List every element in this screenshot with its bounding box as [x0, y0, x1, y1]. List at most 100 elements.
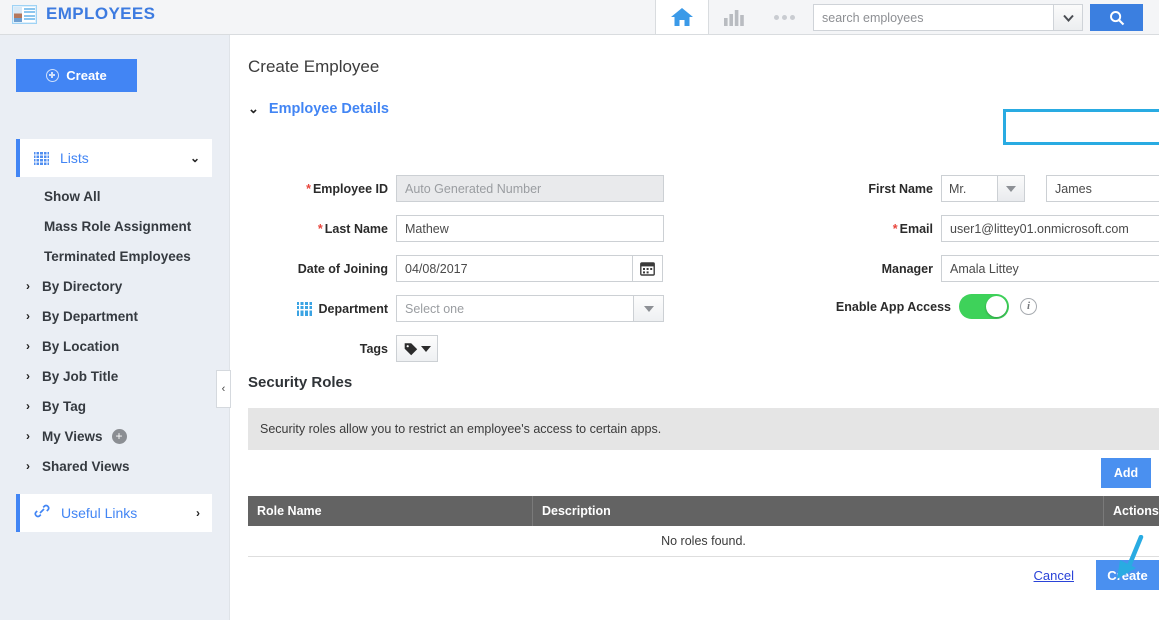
column-header-description: Description [533, 496, 1104, 526]
email-label: * Email [892, 221, 933, 236]
top-bar-actions [655, 0, 1159, 34]
sidebar-item-by-job-title[interactable]: › By Job Title [0, 361, 230, 391]
id-card-icon [12, 4, 37, 24]
caret-down-icon [420, 345, 431, 352]
chevron-right-icon[interactable]: › [196, 506, 200, 520]
email-field-highlight [1003, 109, 1159, 145]
sidebar-collapse-handle[interactable]: ‹ [216, 370, 231, 408]
department-input[interactable] [396, 295, 634, 322]
sidebar-item-useful-links[interactable]: Useful Links › [16, 494, 212, 532]
cancel-button[interactable]: Cancel [1034, 568, 1074, 583]
sidebar-item-lists[interactable]: Lists ⌄ [16, 139, 212, 177]
employee-details-section-header[interactable]: ⌄ Employee Details [248, 101, 389, 117]
field-employee-id: * Employee ID [248, 175, 664, 202]
create-submit-button[interactable]: Create [1096, 560, 1159, 590]
first-name-label: First Name [868, 181, 933, 196]
email-input[interactable] [941, 215, 1159, 242]
create-button-label: Create [66, 68, 107, 83]
tags-label: Tags [359, 341, 388, 356]
caret-down-icon[interactable] [634, 295, 664, 322]
home-icon[interactable] [655, 0, 709, 34]
section-title: Employee Details [268, 101, 389, 117]
caret-down-icon[interactable] [998, 175, 1025, 202]
sidebar-item-by-department[interactable]: › By Department [0, 301, 230, 331]
chevron-right-icon: › [26, 399, 30, 413]
app-title: EMPLOYEES [46, 4, 156, 23]
chevron-down-icon[interactable]: ⌄ [190, 151, 200, 165]
enable-app-access-toggle[interactable] [959, 294, 1009, 319]
date-of-joining-input[interactable] [396, 255, 633, 282]
sidebar-nav: Lists ⌄ Show All Mass Role Assignment Te… [0, 107, 230, 532]
field-manager: Manager [831, 255, 1159, 282]
required-marker: * [892, 221, 898, 236]
sidebar-item-by-tag[interactable]: › By Tag [0, 391, 230, 421]
chevron-right-icon: › [26, 459, 30, 473]
tag-icon [404, 342, 417, 355]
field-date-of-joining: Date of Joining [248, 255, 663, 282]
manager-label: Manager [881, 261, 933, 276]
sidebar-item-my-views[interactable]: › My Views + [0, 421, 230, 451]
sidebar-sublist: Show All Mass Role Assignment Terminated… [0, 181, 230, 481]
required-marker: * [317, 221, 323, 236]
table-empty-message: No roles found. [248, 526, 1159, 557]
chevron-right-icon: › [26, 339, 30, 353]
chevron-right-icon: › [26, 429, 30, 443]
link-icon [34, 503, 50, 524]
sidebar-item-label: My Views [42, 428, 103, 444]
top-bar: EMPLOYEES [0, 0, 1159, 35]
ellipsis-icon[interactable] [759, 0, 809, 34]
manager-input[interactable] [941, 255, 1159, 282]
chevron-right-icon: › [26, 279, 30, 293]
search-button[interactable] [1090, 4, 1143, 31]
column-header-role-name: Role Name [248, 496, 533, 526]
required-marker: * [306, 181, 311, 196]
bar-chart-icon[interactable] [709, 0, 759, 34]
add-view-icon[interactable]: + [111, 428, 127, 444]
chevron-right-icon: › [26, 309, 30, 323]
create-button[interactable]: Create [16, 59, 137, 92]
tags-button[interactable] [396, 335, 438, 362]
field-tags: Tags [248, 335, 438, 362]
security-roles-table: Role Name Description Actions No roles f… [248, 496, 1159, 557]
sidebar-item-by-directory[interactable]: › By Directory [0, 271, 230, 301]
field-email: * Email [831, 215, 1159, 242]
sidebar-item-label: By Tag [42, 398, 87, 414]
sidebar-item-by-location[interactable]: › By Location [0, 331, 230, 361]
grid-icon [34, 151, 49, 165]
sidebar-item-shared-views[interactable]: › Shared Views [0, 451, 230, 481]
field-first-name: First Name Mr. [831, 175, 1159, 202]
sidebar-item-label: Mass Role Assignment [44, 218, 192, 234]
sidebar-item-label: Show All [44, 188, 101, 204]
building-icon [296, 301, 312, 316]
page-title: Create Employee [248, 57, 380, 76]
add-role-button[interactable]: Add [1101, 458, 1151, 488]
main-content: Create Employee ⌄ Employee Details * Empl… [231, 35, 1159, 620]
search-input[interactable] [813, 4, 1053, 31]
last-name-input[interactable] [396, 215, 664, 242]
first-name-input[interactable] [1046, 175, 1159, 202]
last-name-label: * Last Name [317, 221, 388, 236]
field-enable-app-access: Enable App Access i [831, 294, 1037, 319]
info-icon[interactable]: i [1020, 298, 1037, 315]
date-of-joining-label: Date of Joining [297, 261, 388, 276]
table-header-row: Role Name Description Actions [248, 496, 1159, 526]
sidebar-item-show-all[interactable]: Show All [0, 181, 230, 211]
chevron-down-icon[interactable]: ⌄ [248, 101, 259, 117]
form-footer-actions: Cancel Create [248, 560, 1159, 590]
sidebar-item-mass-role-assignment[interactable]: Mass Role Assignment [0, 211, 230, 241]
field-department: Department [248, 295, 664, 322]
employee-id-label: * Employee ID [306, 181, 388, 196]
security-roles-title: Security Roles [248, 374, 353, 391]
search-scope-dropdown[interactable] [1053, 4, 1083, 31]
app-brand: EMPLOYEES [12, 4, 155, 24]
sidebar-item-terminated-employees[interactable]: Terminated Employees [0, 241, 230, 271]
employee-id-input[interactable] [396, 175, 664, 202]
first-name-prefix-select[interactable]: Mr. [941, 175, 998, 202]
sidebar-item-label: By Department [42, 308, 139, 324]
calendar-icon[interactable] [633, 255, 663, 282]
sidebar-item-useful-links-label: Useful Links [61, 505, 138, 521]
sidebar-item-label: By Job Title [42, 368, 119, 384]
search-area [813, 4, 1159, 31]
sidebar-item-label: Shared Views [42, 458, 130, 474]
sidebar-item-label: By Directory [42, 278, 123, 294]
